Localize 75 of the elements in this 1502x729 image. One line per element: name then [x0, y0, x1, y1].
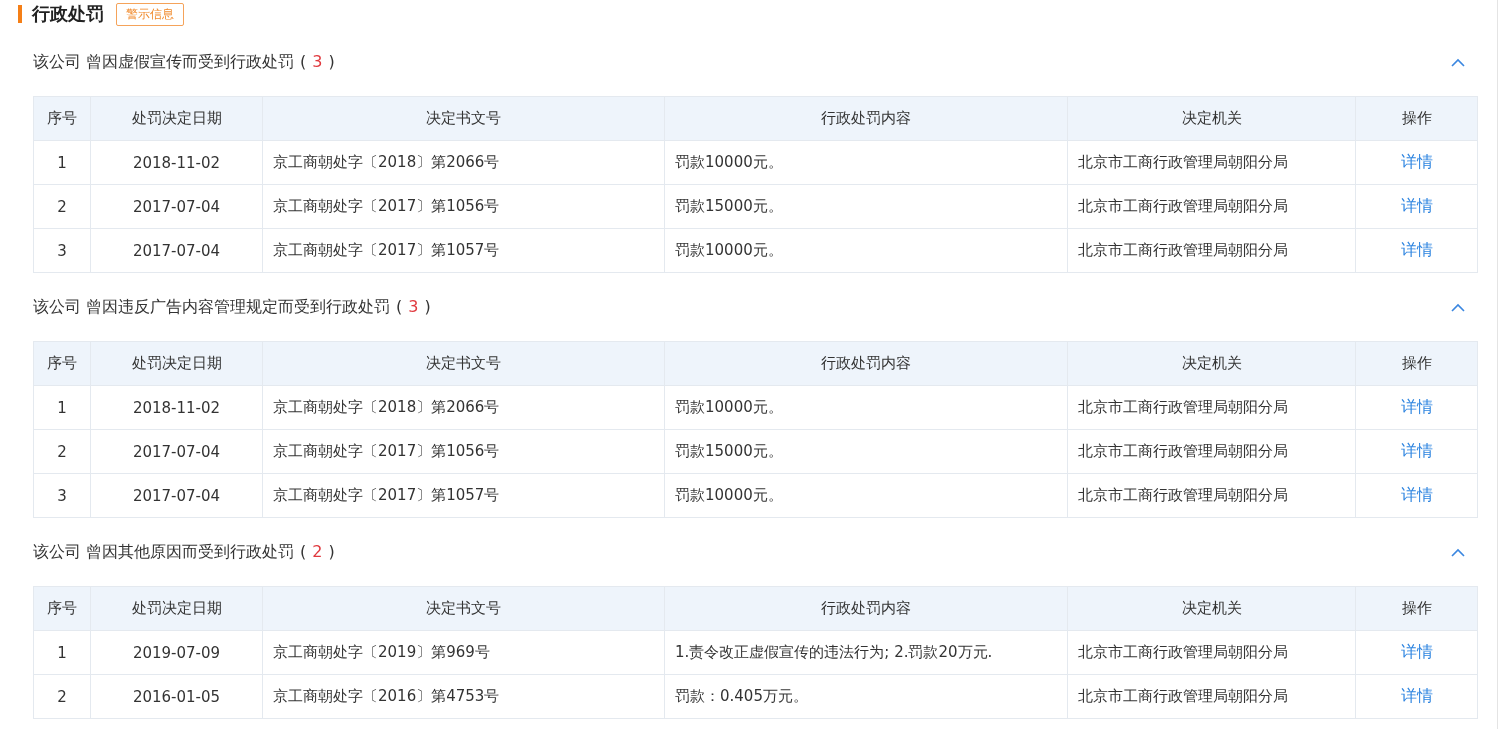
column-header: 处罚决定日期 — [90, 586, 263, 631]
group-heading: 该公司 曾因虚假宣传而受到行政处罚 ( 3 ) — [33, 51, 336, 73]
table-cell: 1 — [57, 398, 67, 417]
column-header: 处罚决定日期 — [90, 96, 263, 141]
warning-tag: 警示信息 — [116, 2, 184, 26]
details-link[interactable]: 详情 — [1400, 686, 1433, 705]
table-cell: 2017-07-04 — [132, 442, 221, 461]
table-cell: 2016-01-05 — [132, 687, 221, 706]
table-cell: 北京市工商行政管理局朝阳分局 — [1078, 241, 1288, 259]
column-header: 处罚决定日期 — [90, 341, 263, 386]
table-cell: 北京市工商行政管理局朝阳分局 — [1078, 687, 1288, 705]
table-cell: 北京市工商行政管理局朝阳分局 — [1078, 153, 1288, 171]
table-cell: 罚款15000元。 — [675, 442, 783, 460]
table-cell: 2019-07-09 — [132, 643, 221, 662]
details-link[interactable]: 详情 — [1400, 642, 1433, 661]
column-header: 序号 — [33, 586, 91, 631]
table-cell: 罚款10000元。 — [675, 241, 783, 259]
details-link[interactable]: 详情 — [1400, 397, 1433, 416]
table-cell: 北京市工商行政管理局朝阳分局 — [1078, 643, 1288, 661]
details-link[interactable]: 详情 — [1400, 441, 1433, 460]
table-cell: 罚款15000元。 — [675, 197, 783, 215]
table-cell: 北京市工商行政管理局朝阳分局 — [1078, 398, 1288, 416]
details-link[interactable]: 详情 — [1400, 152, 1433, 171]
table-cell: 罚款10000元。 — [675, 398, 783, 416]
table-cell: 京工商朝处字〔2017〕第1056号 — [273, 442, 500, 460]
table-cell: 罚款：0.405万元。 — [675, 687, 808, 705]
accent-bar — [18, 5, 22, 23]
table-cell: 2017-07-04 — [132, 241, 221, 260]
table-cell: 罚款10000元。 — [675, 486, 783, 504]
table-cell: 京工商朝处字〔2017〕第1057号 — [273, 241, 500, 259]
column-header: 操作 — [1355, 586, 1478, 631]
column-header: 决定书文号 — [262, 586, 665, 631]
table-cell: 2 — [57, 197, 67, 216]
table-cell: 京工商朝处字〔2017〕第1056号 — [273, 197, 500, 215]
table-cell: 2017-07-04 — [132, 486, 221, 505]
table-cell: 罚款10000元。 — [675, 153, 783, 171]
table-cell: 京工商朝处字〔2018〕第2066号 — [273, 398, 500, 416]
table-cell: 京工商朝处字〔2019〕第969号 — [273, 643, 490, 661]
column-header: 决定机关 — [1067, 586, 1356, 631]
table-cell: 2 — [57, 687, 67, 706]
column-header: 操作 — [1355, 96, 1478, 141]
column-header: 决定机关 — [1067, 96, 1356, 141]
column-header: 行政处罚内容 — [664, 341, 1068, 386]
table-cell: 2 — [57, 442, 67, 461]
table-cell: 1 — [57, 153, 67, 172]
chevron-up-icon[interactable] — [1451, 547, 1465, 557]
chevron-up-icon[interactable] — [1451, 302, 1465, 312]
table-cell: 京工商朝处字〔2017〕第1057号 — [273, 486, 500, 504]
column-header: 操作 — [1355, 341, 1478, 386]
column-header: 决定书文号 — [262, 96, 665, 141]
details-link[interactable]: 详情 — [1400, 485, 1433, 504]
details-link[interactable]: 详情 — [1400, 240, 1433, 259]
column-header: 行政处罚内容 — [664, 586, 1068, 631]
group-heading: 该公司 曾因其他原因而受到行政处罚 ( 2 ) — [33, 541, 336, 563]
table-cell: 1 — [57, 643, 67, 662]
table-cell: 京工商朝处字〔2016〕第4753号 — [273, 687, 500, 705]
table-cell: 北京市工商行政管理局朝阳分局 — [1078, 197, 1288, 215]
column-header: 决定机关 — [1067, 341, 1356, 386]
column-header: 行政处罚内容 — [664, 96, 1068, 141]
table-cell: 京工商朝处字〔2018〕第2066号 — [273, 153, 500, 171]
table-cell: 北京市工商行政管理局朝阳分局 — [1078, 486, 1288, 504]
table-cell: 北京市工商行政管理局朝阳分局 — [1078, 442, 1288, 460]
table-cell: 3 — [57, 486, 67, 505]
table-cell: 1.责令改正虚假宣传的违法行为; 2.罚款20万元. — [675, 643, 993, 661]
section-title: 行政处罚 — [32, 2, 104, 26]
chevron-up-icon[interactable] — [1451, 57, 1465, 67]
column-header: 序号 — [33, 96, 91, 141]
table-cell: 2018-11-02 — [132, 153, 221, 172]
group-heading: 该公司 曾因违反广告内容管理规定而受到行政处罚 ( 3 ) — [33, 296, 432, 318]
table-cell: 3 — [57, 241, 67, 260]
details-link[interactable]: 详情 — [1400, 196, 1433, 215]
column-header: 序号 — [33, 341, 91, 386]
column-header: 决定书文号 — [262, 341, 665, 386]
table-cell: 2018-11-02 — [132, 398, 221, 417]
table-cell: 2017-07-04 — [132, 197, 221, 216]
